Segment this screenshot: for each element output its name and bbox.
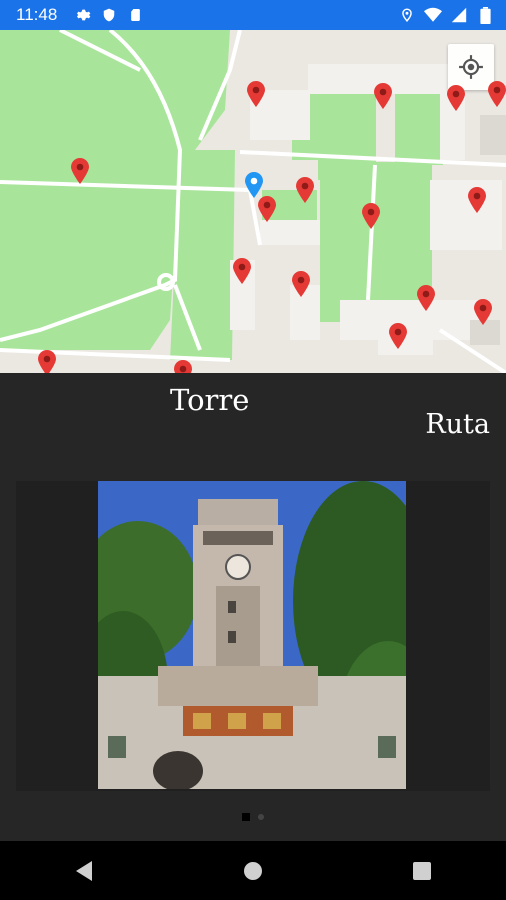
map-view[interactable]	[0, 30, 506, 373]
map-marker[interactable]	[246, 80, 266, 108]
cell-signal-icon	[450, 6, 468, 24]
map-marker[interactable]	[257, 195, 277, 223]
place-title: Torre	[170, 383, 250, 417]
recents-icon[interactable]	[402, 851, 442, 891]
image-pager[interactable]	[16, 481, 490, 791]
status-time: 11:48	[16, 5, 58, 24]
navigation-bar	[0, 841, 506, 900]
status-bar: 11:48	[0, 0, 506, 30]
map-marker[interactable]	[291, 270, 311, 298]
map-marker[interactable]	[473, 298, 493, 326]
pager-dot-active[interactable]	[242, 813, 250, 821]
user-location-marker[interactable]	[244, 171, 264, 199]
detail-panel: Torre Ruta	[0, 373, 506, 841]
map-marker[interactable]	[373, 82, 393, 110]
pager-indicator	[0, 813, 506, 821]
place-photo	[98, 481, 406, 789]
map-marker[interactable]	[361, 202, 381, 230]
map-marker[interactable]	[173, 359, 193, 373]
map-marker[interactable]	[416, 284, 436, 312]
back-icon[interactable]	[64, 851, 104, 891]
route-button[interactable]: Ruta	[425, 409, 490, 440]
home-icon[interactable]	[233, 851, 273, 891]
map-marker[interactable]	[37, 349, 57, 373]
map-marker[interactable]	[295, 176, 315, 204]
map-marker[interactable]	[487, 80, 506, 108]
map-marker[interactable]	[232, 257, 252, 285]
map-marker[interactable]	[70, 157, 90, 185]
map-marker[interactable]	[446, 84, 466, 112]
shield-icon	[100, 6, 118, 24]
pager-dot[interactable]	[258, 814, 264, 820]
map-marker[interactable]	[467, 186, 487, 214]
map-marker[interactable]	[388, 322, 408, 350]
gear-icon	[74, 6, 92, 24]
crosshair-icon	[459, 55, 483, 79]
wifi-icon	[424, 6, 442, 24]
location-icon	[398, 6, 416, 24]
sim-card-icon	[126, 6, 144, 24]
battery-icon	[476, 6, 494, 24]
